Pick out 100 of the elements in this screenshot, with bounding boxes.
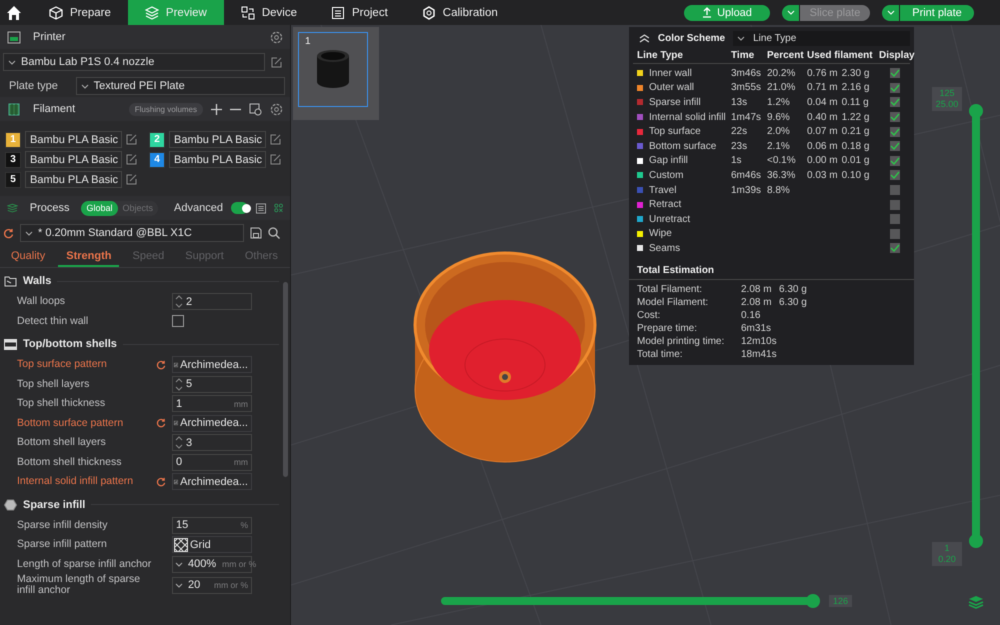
time-value: 23s (731, 140, 748, 152)
percent-value: 1.2% (767, 96, 790, 108)
plate-thumbnail[interactable]: 1 (293, 27, 379, 120)
reset-icon[interactable] (3, 228, 14, 238)
grid-dots-icon[interactable] (274, 202, 283, 214)
reset-icon[interactable] (156, 476, 166, 487)
column-header: Line Type (637, 50, 684, 60)
top-tab[interactable]: Prepare (32, 0, 128, 25)
display-checkbox[interactable] (890, 97, 900, 108)
filament-dropdown[interactable]: Bambu PLA Basic (169, 151, 266, 168)
list-icon[interactable] (256, 202, 266, 214)
edit-icon[interactable] (126, 134, 137, 145)
pattern-dropdown[interactable]: Archimedea... (172, 473, 252, 490)
setting-label: Top shell thickness (17, 398, 106, 410)
collapse-icon[interactable] (639, 34, 650, 42)
line-type-name: Custom (649, 170, 684, 181)
edit-icon[interactable] (270, 134, 281, 145)
filament-color-badge[interactable]: 4 (149, 152, 165, 168)
number-field[interactable]: 15 % (172, 516, 252, 534)
caret-icon (175, 582, 183, 588)
flushing-volumes-button[interactable]: Flushing volumes (128, 102, 203, 116)
length-value: 0.00 m (807, 155, 838, 166)
display-checkbox[interactable] (890, 82, 900, 93)
stepper-arrows-icon[interactable] (175, 436, 183, 450)
section-title: Printer (33, 31, 66, 43)
number-field[interactable]: 5 (172, 376, 252, 393)
layer-slider[interactable] (969, 104, 983, 548)
settings-icon[interactable] (270, 30, 283, 44)
filament-dropdown[interactable]: Bambu PLA Basic (25, 151, 122, 168)
number-field[interactable]: 1 mm (172, 395, 252, 412)
dropdown-button[interactable] (882, 4, 899, 20)
number-field[interactable]: 2 (172, 293, 252, 310)
filament-color-badge[interactable]: 3 (5, 152, 21, 168)
stepper-arrows-icon[interactable] (175, 378, 183, 391)
filament-dropdown[interactable]: Bambu PLA Basic (169, 131, 266, 148)
column-header: Time (731, 50, 756, 60)
setting-label: Bottom shell layers (17, 437, 107, 448)
save-icon[interactable] (250, 227, 262, 239)
percent-value: 20.2% (767, 68, 796, 79)
display-checkbox[interactable] (890, 214, 900, 224)
display-checkbox[interactable] (890, 185, 900, 196)
display-checkbox[interactable] (890, 156, 900, 166)
length-value: 0.40 m (807, 112, 838, 123)
advanced-toggle[interactable] (230, 202, 248, 214)
reset-icon[interactable] (156, 360, 166, 370)
scrollbar-thumb[interactable] (283, 282, 288, 477)
display-checkbox[interactable] (890, 170, 900, 180)
sync-icon[interactable] (249, 102, 262, 116)
layer-label: 1 0.20 (932, 542, 962, 566)
top-tab[interactable]: Project (314, 0, 405, 25)
total-value: 18m41s (741, 348, 777, 360)
process-preset-dropdown[interactable]: * 0.20mm Standard @BBL X1C (20, 224, 244, 242)
combo-field[interactable]: 20 mm or % (172, 576, 252, 594)
pattern-dropdown[interactable]: Archimedea... (172, 356, 252, 374)
filament-dropdown[interactable]: Bambu PLA Basic (25, 171, 122, 188)
filament-color-badge[interactable]: 5 (5, 172, 21, 188)
display-checkbox[interactable] (890, 126, 900, 137)
edit-icon[interactable] (126, 174, 137, 185)
settings-icon[interactable] (270, 102, 283, 116)
column-header: Used filament (807, 50, 874, 60)
settings-tab[interactable]: Strength (58, 250, 120, 267)
line-type-name: Gap infill (649, 155, 688, 166)
edit-icon[interactable] (126, 154, 137, 165)
top-tab[interactable]: Calibration (404, 0, 515, 25)
total-estimation-heading: Total Estimation (637, 264, 716, 276)
plate-type-dropdown[interactable]: Textured PEI Plate (76, 77, 285, 95)
settings-tab[interactable]: Quality (3, 250, 54, 267)
add-icon[interactable] (211, 104, 222, 114)
line-type-name: Unretract (649, 214, 690, 225)
pattern-dropdown[interactable]: Grid (172, 536, 252, 554)
printer-dropdown[interactable]: Bambu Lab P1S 0.4 nozzle (3, 53, 265, 71)
display-checkbox[interactable] (890, 228, 900, 239)
stepper-arrows-icon[interactable] (175, 295, 183, 308)
legend-title: Color Scheme (658, 32, 726, 44)
length-value: 0.76 m (807, 68, 838, 79)
edit-icon[interactable] (271, 56, 282, 68)
checkbox[interactable] (172, 315, 184, 328)
number-field[interactable]: 3 (172, 434, 252, 452)
display-checkbox[interactable] (890, 68, 900, 78)
color-scheme-dropdown[interactable]: Line Type (733, 30, 910, 46)
display-checkbox[interactable] (890, 141, 900, 152)
setting-label: Internal solid infill pattern (17, 476, 134, 488)
edit-icon[interactable] (270, 154, 281, 165)
number-field[interactable]: 0 mm (172, 454, 252, 471)
search-icon[interactable] (268, 227, 280, 239)
total-value: 12m10s (741, 336, 777, 347)
total-value: 6.30 g (779, 284, 807, 295)
setting-label: Detect thin wall (17, 316, 90, 327)
display-checkbox[interactable] (890, 243, 900, 254)
display-checkbox[interactable] (890, 200, 900, 210)
top-tab[interactable]: Device (224, 0, 314, 25)
total-label: Prepare time: (637, 322, 698, 334)
time-value: 1s (731, 155, 742, 166)
display-checkbox[interactable] (890, 112, 900, 122)
dropdown-button[interactable] (782, 4, 799, 20)
reset-icon[interactable] (156, 418, 166, 428)
time-value: 13s (731, 96, 748, 108)
pattern-dropdown[interactable]: Archimedea... (172, 414, 252, 432)
layers-icon[interactable] (968, 595, 984, 609)
filament-dropdown[interactable]: Bambu PLA Basic (25, 131, 122, 148)
